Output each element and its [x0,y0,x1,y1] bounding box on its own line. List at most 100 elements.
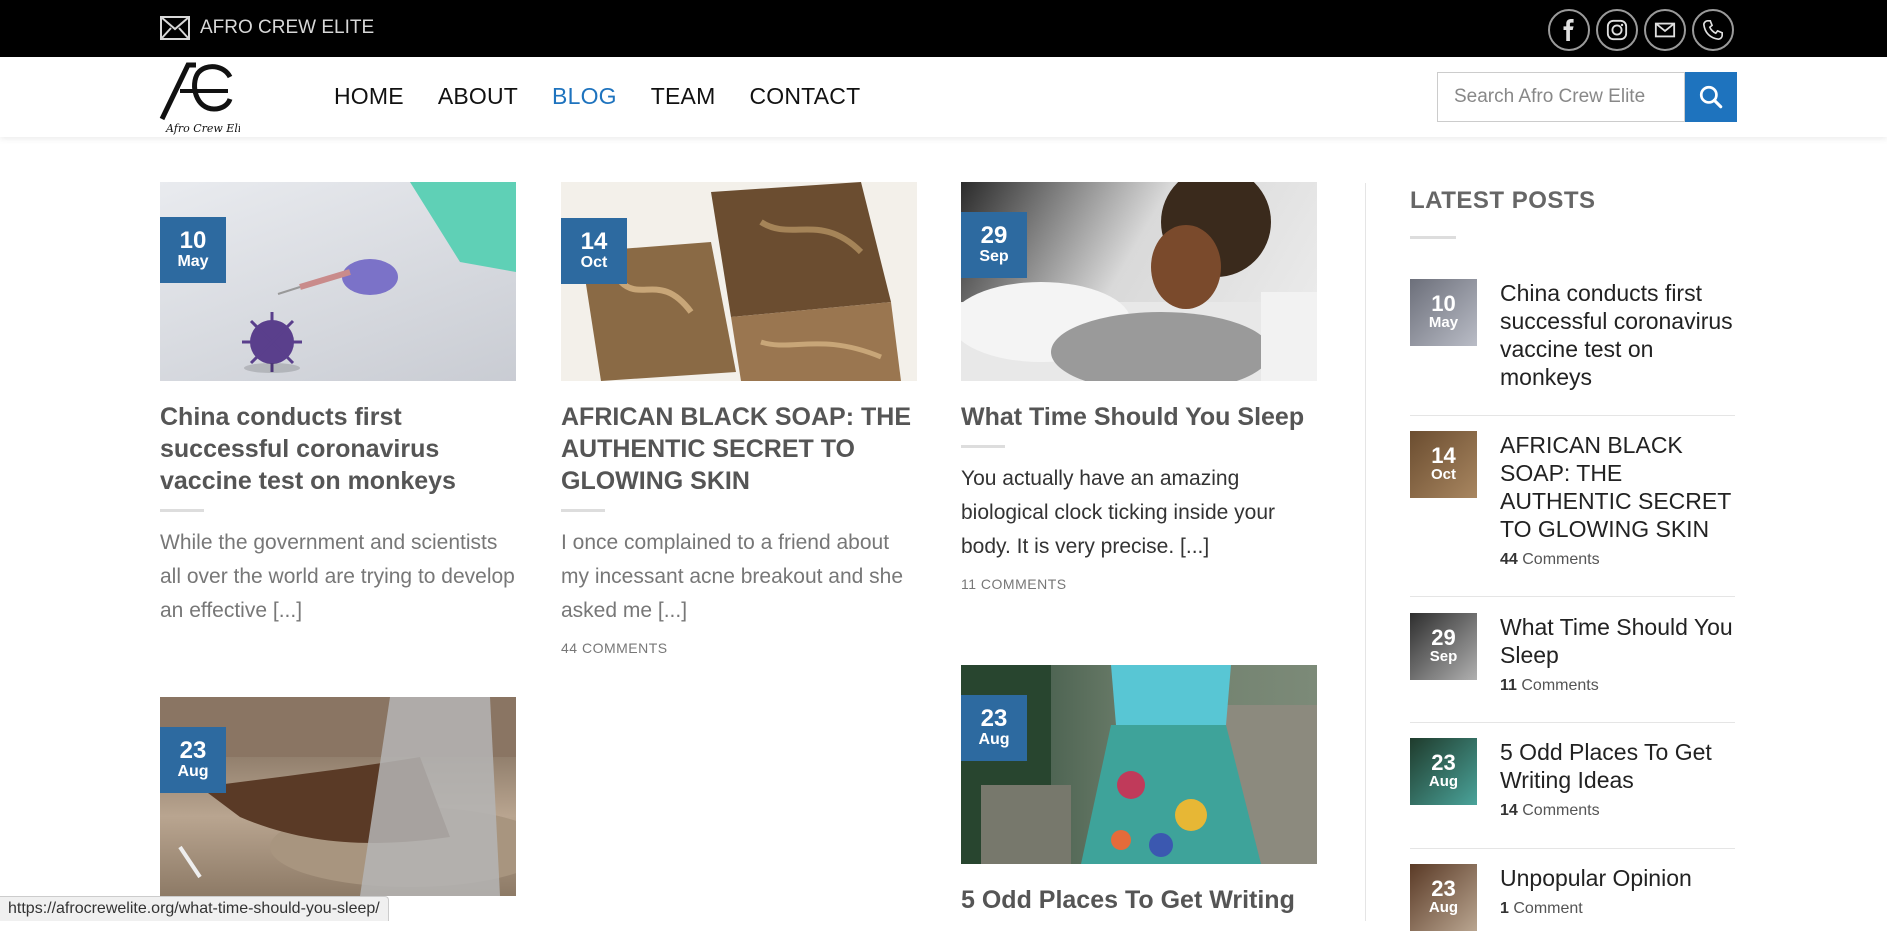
latest-post-item[interactable]: 10 May China conducts first successful c… [1410,279,1735,391]
status-bar-url: https://afrocrewelite.org/what-time-shou… [0,896,389,921]
latest-post-item[interactable]: 23 Aug 5 Odd Places To Get Writing Ideas… [1410,738,1735,820]
post-excerpt: You actually have an amazing biological … [961,462,1317,564]
sidebar-divider [1365,183,1366,921]
topbar-brand[interactable]: AFRO CREW ELITE [160,16,374,40]
comment-count: 11 [1500,677,1517,694]
date-day: 23 [1431,878,1455,900]
top-bar: AFRO CREW ELITE [0,0,1887,57]
latest-post-title[interactable]: What Time Should You Sleep [1500,613,1735,669]
date-badge: 29 Sep [961,212,1027,278]
comment-label: Comments [1521,677,1598,694]
date-day: 29 [1431,627,1455,649]
date-month: Sep [1430,649,1458,666]
post-card: 29 Sep What Time Should You Sleep You ac… [961,182,1317,592]
logo-caption: Afro Crew Elite [165,122,240,135]
search-icon [1698,84,1724,110]
instagram-icon[interactable] [1596,9,1638,51]
main-nav: HOME ABOUT BLOG TEAM CONTACT [334,83,860,110]
latest-post-thumb: 14 Oct [1410,431,1477,498]
post-excerpt: I once complained to a friend about my i… [561,526,917,628]
sidebar-title-divider [1410,236,1456,239]
post-comments-count[interactable]: 44 COMMENTS [561,640,917,656]
nav-blog[interactable]: BLOG [552,83,617,110]
separator [1410,415,1735,416]
post-card: 23 Aug [160,697,516,896]
date-day: 29 [961,224,1027,248]
post-title[interactable]: AFRICAN BLACK SOAP: THE AUTHENTIC SECRET… [561,401,917,497]
post-title[interactable]: 5 Odd Places To Get Writing [961,884,1317,916]
date-day: 14 [561,230,627,254]
date-day: 23 [160,739,226,763]
date-day: 23 [1431,752,1455,774]
post-card: 14 Oct AFRICAN BLACK SOAP: THE AUTHENTIC… [561,182,917,656]
date-month: Oct [561,254,627,272]
date-badge: 14 Oct [561,218,627,284]
date-month: Aug [160,763,226,781]
date-month: Aug [1429,900,1458,917]
latest-post-title[interactable]: Unpopular Opinion [1500,864,1692,892]
post-card: 23 Aug 5 Odd Places To Get Writing [961,665,1317,916]
date-day: 23 [961,707,1027,731]
date-month: Aug [1429,774,1458,791]
facebook-icon[interactable] [1548,9,1590,51]
latest-post-comments[interactable]: 14 Comments [1500,802,1735,820]
latest-post-comments[interactable]: 44 Comments [1500,551,1735,569]
comment-count: 14 [1500,802,1518,819]
post-thumbnail[interactable]: 14 Oct [561,182,917,381]
envelope-icon [160,16,190,40]
date-badge: 23 Aug [961,695,1027,761]
phone-icon[interactable] [1692,9,1734,51]
post-thumbnail[interactable]: 29 Sep [961,182,1317,381]
search-form [1437,72,1737,122]
post-thumbnail[interactable]: 10 May [160,182,516,381]
latest-post-thumb: 29 Sep [1410,613,1477,680]
title-divider [160,509,204,512]
latest-post-comments[interactable]: 11 Comments [1500,677,1735,695]
separator [1410,722,1735,723]
date-month: May [160,253,226,271]
nav-home[interactable]: HOME [334,83,404,110]
comment-label: Comments [1522,551,1599,568]
date-month: Oct [1431,467,1456,484]
post-thumbnail[interactable]: 23 Aug [961,665,1317,864]
post-thumbnail[interactable]: 23 Aug [160,697,516,896]
search-button[interactable] [1685,72,1737,122]
title-divider [961,445,1005,448]
date-day: 10 [160,229,226,253]
comment-count: 1 [1500,900,1509,917]
latest-post-item[interactable]: 14 Oct AFRICAN BLACK SOAP: THE AUTHENTIC… [1410,431,1735,569]
envelope-icon[interactable] [1644,9,1686,51]
latest-post-title[interactable]: China conducts first successful coronavi… [1500,279,1735,391]
post-title[interactable]: China conducts first successful coronavi… [160,401,516,497]
post-title[interactable]: What Time Should You Sleep [961,401,1317,433]
nav-team[interactable]: TEAM [651,83,716,110]
nav-about[interactable]: ABOUT [438,83,518,110]
post-comments-count[interactable]: 11 COMMENTS [961,576,1317,592]
social-links [1548,9,1734,51]
comment-count: 44 [1500,551,1518,568]
nav-contact[interactable]: CONTACT [749,83,860,110]
latest-post-title[interactable]: AFRICAN BLACK SOAP: THE AUTHENTIC SECRET… [1500,431,1735,543]
search-input[interactable] [1437,72,1685,122]
latest-post-comments[interactable]: 1 Comment [1500,900,1692,918]
date-month: May [1429,315,1458,332]
latest-post-thumb: 23 Aug [1410,738,1477,805]
site-logo[interactable]: Afro Crew Elite [158,57,240,137]
date-month: Aug [961,731,1027,749]
latest-post-title[interactable]: 5 Odd Places To Get Writing Ideas [1500,738,1735,794]
main-header: Afro Crew Elite HOME ABOUT BLOG TEAM CON… [0,57,1887,137]
topbar-site-name: AFRO CREW ELITE [200,17,374,39]
latest-post-item[interactable]: 29 Sep What Time Should You Sleep 11 Com… [1410,613,1735,695]
date-badge: 23 Aug [160,727,226,793]
date-day: 10 [1431,293,1455,315]
date-badge: 10 May [160,217,226,283]
post-excerpt: While the government and scientists all … [160,526,516,628]
date-month: Sep [961,248,1027,266]
sidebar-title: LATEST POSTS [1410,187,1596,215]
post-card: 10 May China conducts first successful c… [160,182,516,628]
title-divider [561,509,605,512]
comment-label: Comments [1522,802,1599,819]
comment-label: Comment [1513,900,1582,917]
separator [1410,848,1735,849]
separator [1410,596,1735,597]
